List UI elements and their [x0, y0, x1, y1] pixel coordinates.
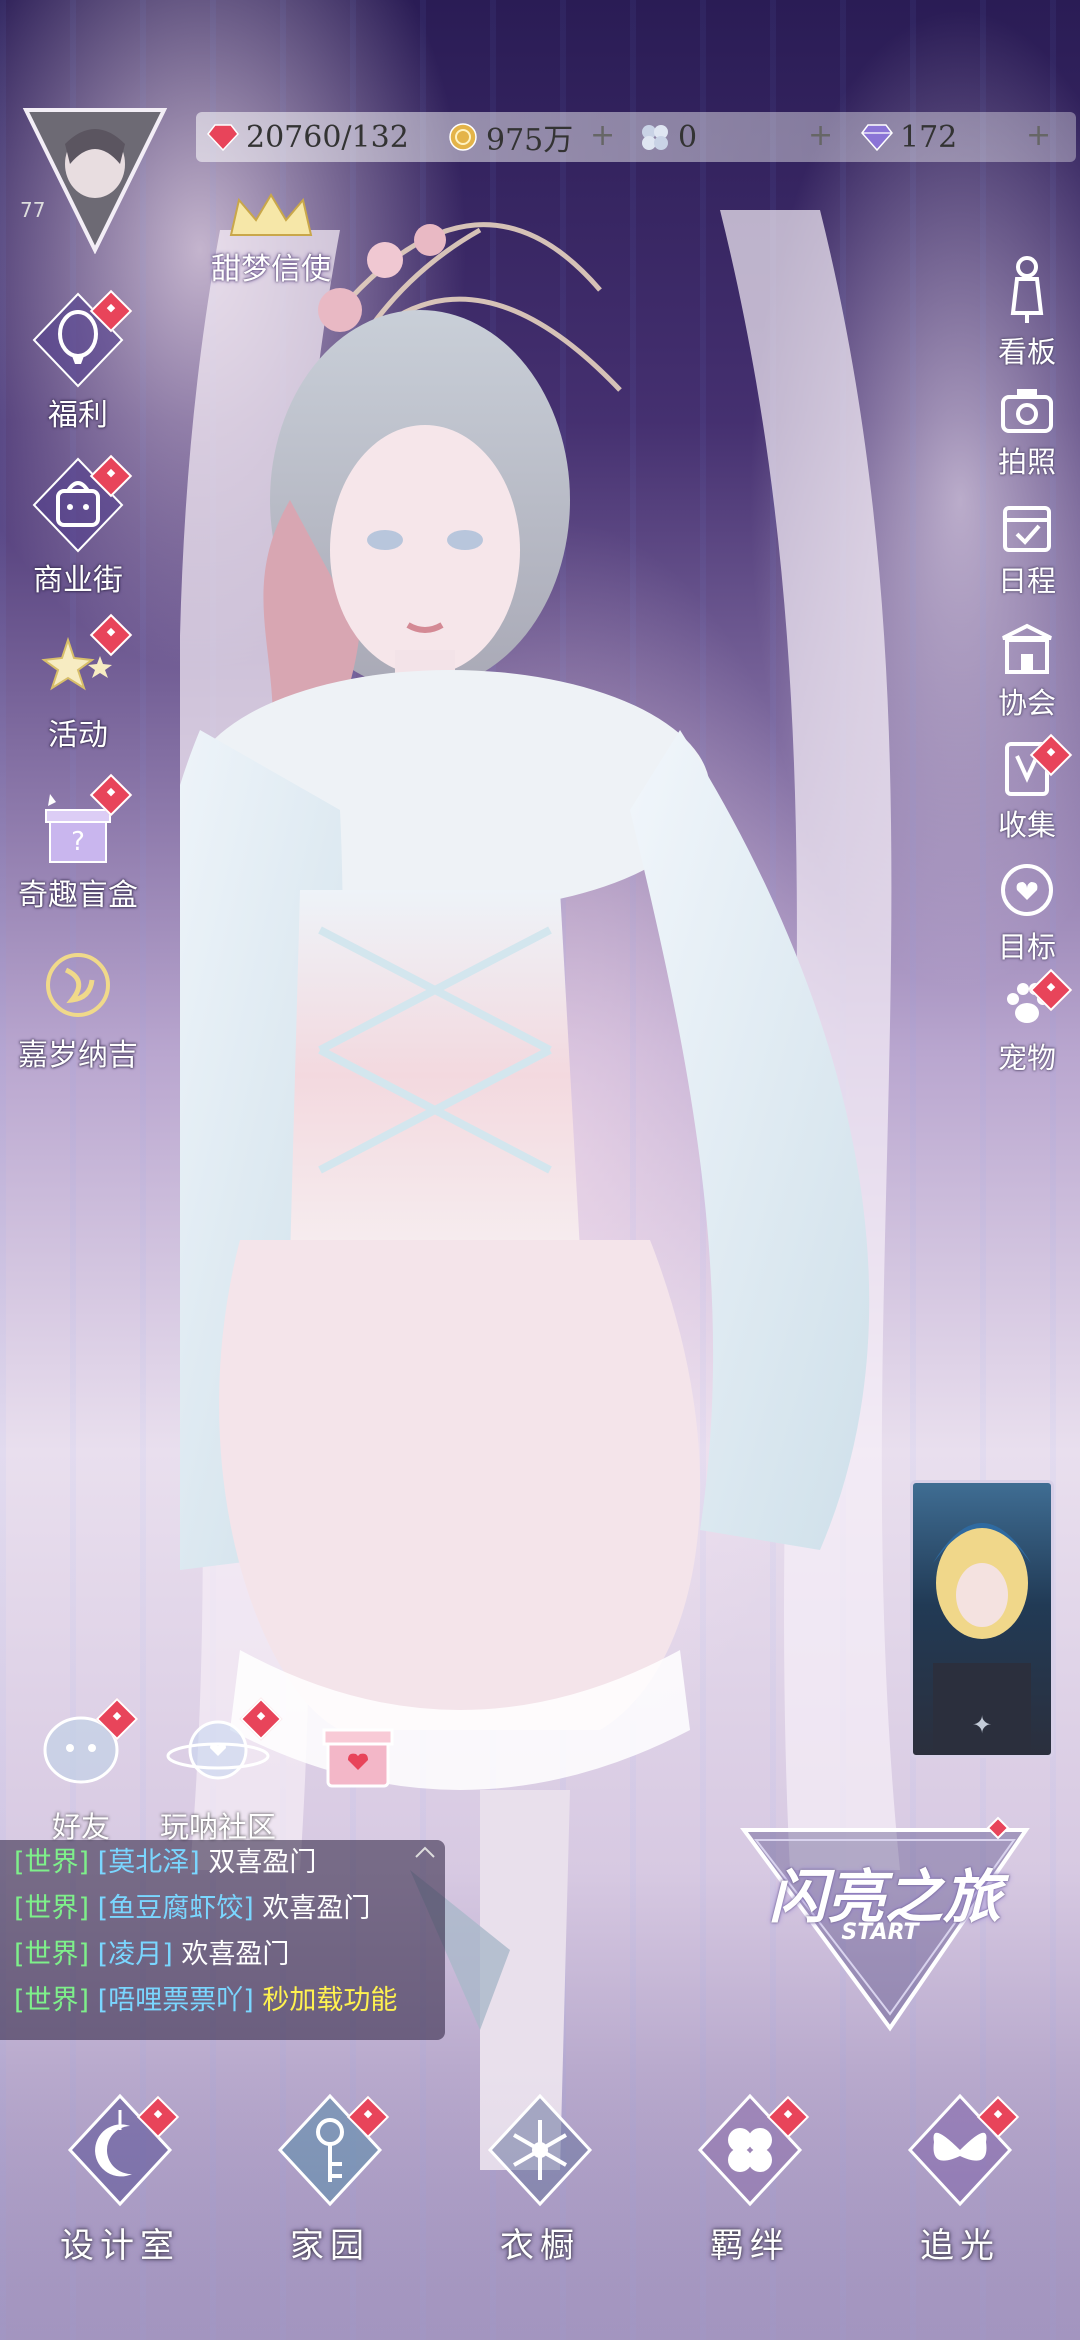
nav-chase-light[interactable]: 追光 — [885, 2090, 1035, 2267]
chat-channel: [世界] — [14, 1893, 90, 1924]
golden-emblem-icon — [28, 940, 128, 1030]
crown-icon — [229, 193, 313, 236]
purple-diamond-icon — [861, 124, 893, 152]
camera-icon — [1001, 389, 1053, 433]
menu-label: 活动 — [48, 718, 108, 753]
friends-button[interactable]: 好友 — [26, 1697, 139, 1846]
chat-sender[interactable]: [凌月] — [98, 1939, 173, 1970]
chat-message: [世界] [莫北泽] 双喜盈门 — [14, 1840, 445, 1886]
menu-shopping-street[interactable]: 商业街 — [8, 454, 148, 599]
chat-text: 欢喜盈门 — [181, 1939, 290, 1970]
menu-label: 嘉岁纳吉 — [18, 1038, 138, 1073]
snowflake-icon — [487, 2093, 593, 2207]
nav-bonds[interactable]: 羁绊 — [675, 2090, 825, 2267]
menu-label: 拍照 — [997, 445, 1056, 479]
bottom-navigation: 设计室 家园 衣橱 羁绊 追光 — [0, 2070, 1080, 2340]
svg-text:?: ? — [71, 827, 85, 857]
featured-card-banner[interactable]: ✦ — [910, 1480, 1054, 1758]
gift-box-icon: ? — [28, 773, 133, 870]
chat-message: [世界] [鱼豆腐虾饺] 欢喜盈门 — [14, 1886, 445, 1932]
chat-text: 秒加载功能 — [262, 1985, 398, 2016]
gift-button[interactable] — [318, 1712, 398, 1796]
stamina-value: 20760/132 — [246, 119, 409, 155]
menu-mystery-box[interactable]: ? 奇趣盲盒 — [8, 773, 148, 914]
nav-design-studio[interactable]: 设计室 — [45, 2090, 195, 2267]
chat-sender[interactable]: [唔哩票票吖] — [98, 1985, 254, 2016]
menu-photo[interactable]: 拍照 — [982, 385, 1072, 481]
plus-icon: + — [808, 118, 834, 153]
menu-label: 协会 — [997, 686, 1056, 720]
crystal-counter: 172 — [860, 112, 957, 162]
menu-association[interactable]: 协会 — [982, 622, 1072, 722]
building-icon — [1002, 623, 1052, 674]
nav-label: 家园 — [290, 2226, 370, 2266]
coin-value: 975万 — [486, 123, 574, 158]
clover-gem-icon — [642, 125, 668, 150]
crystal-value: 172 — [900, 119, 958, 155]
resource-bar: 20760/132 975万 + 0 + 172 + — [196, 112, 1076, 162]
menu-label: 日程 — [997, 564, 1056, 598]
player-title: 甜梦信使 — [211, 252, 331, 287]
menu-events[interactable]: 活动 — [8, 613, 148, 754]
world-chat-panel[interactable]: [世界] [莫北泽] 双喜盈门 [世界] [鱼豆腐虾饺] 欢喜盈门 [世界] [… — [0, 1840, 445, 2040]
community-button[interactable]: 玩呐社区 — [158, 1697, 283, 1846]
heart-gem-icon — [207, 124, 239, 152]
menu-collection[interactable]: 收集 — [982, 733, 1073, 844]
featured-character-portrait: ✦ — [933, 1523, 1031, 1755]
menu-label: 商业街 — [33, 563, 123, 598]
chat-message: [世界] [唔哩票票吖] 秒加载功能 — [14, 1978, 445, 2024]
nav-wardrobe[interactable]: 衣橱 — [465, 2090, 615, 2267]
diamond-value: 0 — [678, 119, 698, 155]
chevron-up-icon[interactable] — [413, 1844, 437, 1860]
menu-label: 福利 — [48, 398, 108, 433]
nav-label: 衣橱 — [500, 2226, 580, 2266]
event-subtitle: START — [841, 1920, 919, 1945]
balloon-icon — [28, 289, 133, 390]
menu-showcase[interactable]: 看板 — [982, 255, 1072, 371]
nav-label: 羁绊 — [710, 2226, 790, 2266]
chat-message: [世界] [凌月] 欢喜盈门 — [14, 1932, 445, 1978]
menu-label: 看板 — [997, 335, 1056, 369]
nav-label: 设计室 — [60, 2226, 180, 2266]
menu-goals[interactable]: 目标 — [982, 860, 1072, 966]
svg-text:✦: ✦ — [972, 1711, 992, 1739]
chat-channel: [世界] — [14, 1939, 90, 1970]
mannequin-icon — [1010, 256, 1044, 323]
chat-text: 双喜盈门 — [208, 1847, 317, 1878]
player-title-badge[interactable]: 甜梦信使 — [206, 190, 336, 288]
coin-counter: 975万 — [446, 112, 573, 162]
nav-label: 追光 — [920, 2226, 1000, 2266]
menu-carnival[interactable]: 嘉岁纳吉 — [8, 940, 148, 1074]
shining-journey-event[interactable]: 闪亮之旅 START — [740, 1800, 1040, 2040]
player-level: 77 — [20, 198, 46, 222]
stamina-counter: 20760/132 — [206, 112, 409, 162]
player-avatar[interactable] — [20, 104, 170, 255]
plus-icon: + — [590, 118, 616, 153]
target-heart-icon — [1001, 864, 1053, 916]
diamond-counter: 0 — [638, 112, 697, 162]
menu-label: 宠物 — [997, 1041, 1056, 1075]
shopping-bag-icon — [28, 454, 133, 555]
avatar-frame — [22, 108, 168, 255]
menu-label: 收集 — [997, 808, 1056, 842]
menu-label: 目标 — [997, 930, 1056, 964]
gift-icon — [322, 1728, 394, 1788]
menu-schedule[interactable]: 日程 — [982, 500, 1072, 600]
menu-welfare[interactable]: 福利 — [8, 289, 148, 434]
chat-channel: [世界] — [14, 1847, 90, 1878]
menu-pets[interactable]: 宠物 — [982, 968, 1073, 1077]
calendar-icon — [1003, 506, 1051, 552]
coin-icon — [449, 123, 477, 151]
chat-sender[interactable]: [莫北泽] — [98, 1847, 200, 1878]
stars-icon — [28, 613, 133, 710]
nav-home[interactable]: 家园 — [255, 2090, 405, 2267]
plus-icon: + — [1026, 118, 1052, 153]
chat-channel: [世界] — [14, 1985, 90, 2016]
chat-text: 欢喜盈门 — [262, 1893, 371, 1924]
chat-sender[interactable]: [鱼豆腐虾饺] — [98, 1893, 254, 1924]
menu-label: 奇趣盲盒 — [18, 878, 138, 913]
